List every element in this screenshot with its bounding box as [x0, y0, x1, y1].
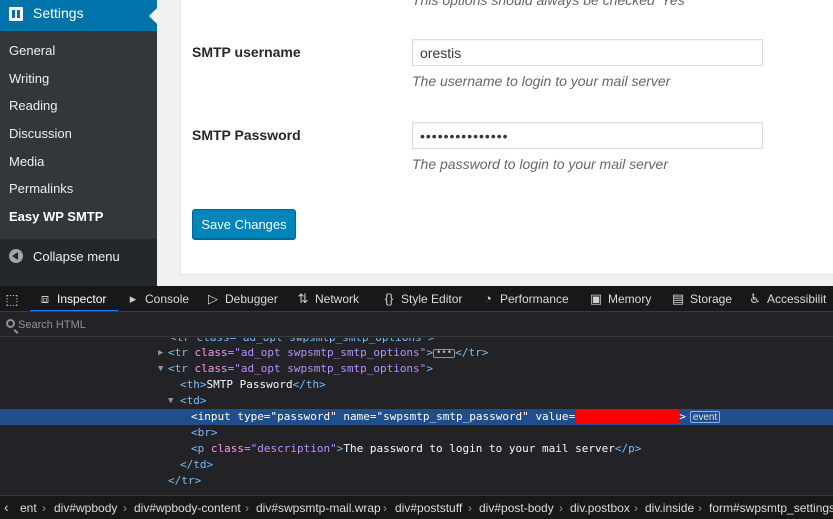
- network-icon: ⇅: [297, 291, 309, 306]
- breadcrumb-separator-icon: ›: [42, 501, 46, 515]
- devtools-panel: ⬚ ⧈ Inspector ▸ Console ▷ Debugger ⇅ Network…: [0, 286, 833, 519]
- tab-performance[interactable]: ◔ Performance: [481, 286, 569, 311]
- admin-sidebar: Settings General Writing Reading Discuss…: [0, 0, 157, 286]
- tree-node-th[interactable]: <th>SMTP Password</th>: [0, 377, 833, 393]
- sidebar-item-media[interactable]: Media: [9, 154, 44, 169]
- inspector-icon: ⧈: [40, 291, 50, 306]
- collapse-arrow-icon[interactable]: ▼: [168, 393, 173, 409]
- smtp-username-description: The username to login to your mail serve…: [412, 73, 671, 89]
- active-tab-indicator: [30, 310, 118, 311]
- tab-accessibility[interactable]: ♿ Accessibilit: [748, 286, 826, 311]
- tab-debugger[interactable]: ▷ Debugger: [206, 286, 278, 311]
- breadcrumb-separator-icon: ›: [123, 501, 127, 515]
- tab-memory[interactable]: ▣ Memory: [589, 286, 652, 311]
- smtp-username-input[interactable]: [412, 39, 763, 66]
- sidebar-item-easy-wp-smtp[interactable]: Easy WP SMTP: [9, 209, 103, 224]
- smtp-password-label: SMTP Password: [192, 127, 301, 143]
- collapse-arrow-icon: [9, 249, 23, 263]
- breadcrumb-separator-icon: ›: [559, 501, 563, 515]
- console-icon: ▸: [129, 291, 137, 306]
- breadcrumb-item[interactable]: div#wpbody-content: [134, 501, 241, 515]
- sidebar-item-discussion[interactable]: Discussion: [9, 126, 72, 141]
- tree-node-br[interactable]: <br>: [0, 425, 833, 441]
- element-picker-icon[interactable]: ⬚: [4, 291, 20, 307]
- breadcrumb-scroll-left-icon[interactable]: ‹: [4, 499, 9, 515]
- tab-console[interactable]: ▸ Console: [126, 286, 189, 311]
- sidebar-item-settings[interactable]: Settings: [0, 0, 157, 31]
- collapse-menu-button[interactable]: Collapse menu: [0, 244, 157, 270]
- breadcrumb-separator-icon: ›: [698, 501, 702, 515]
- html-search-bar: [0, 313, 833, 337]
- collapse-arrow-icon[interactable]: ▼: [158, 361, 163, 377]
- breadcrumb-separator-icon: ›: [634, 501, 638, 515]
- tab-style-editor[interactable]: {} Style Editor: [382, 286, 463, 311]
- settings-submenu: General Writing Reading Discussion Media…: [0, 31, 157, 239]
- sidebar-item-permalinks[interactable]: Permalinks: [9, 181, 73, 196]
- devtools-toolbar: ⬚ ⧈ Inspector ▸ Console ▷ Debugger ⇅ Network…: [0, 286, 833, 312]
- tree-node-td[interactable]: ▼ <td>: [0, 393, 833, 409]
- sidebar-item-writing[interactable]: Writing: [9, 71, 49, 86]
- breadcrumb: ‹ ent › div#wpbody › div#wpbody-content …: [0, 495, 833, 519]
- collapse-menu-label: Collapse menu: [33, 249, 120, 264]
- tab-storage[interactable]: ▤ Storage: [671, 286, 732, 311]
- memory-icon: ▣: [589, 291, 603, 306]
- smtp-username-label: SMTP username: [192, 44, 301, 60]
- event-badge[interactable]: event: [689, 411, 721, 423]
- search-icon: [6, 319, 15, 328]
- breadcrumb-item[interactable]: div#post-body: [479, 501, 554, 515]
- breadcrumb-item[interactable]: form#swpsmtp_settings_: [709, 501, 833, 515]
- sidebar-section-title: Settings: [33, 5, 84, 21]
- sidebar-item-general[interactable]: General: [9, 43, 55, 58]
- accessibility-icon: ♿: [749, 291, 761, 306]
- breadcrumb-item[interactable]: ent: [20, 501, 37, 515]
- style-editor-icon: {}: [384, 291, 394, 306]
- wordpress-admin-area: Settings General Writing Reading Discuss…: [0, 0, 833, 286]
- breadcrumb-separator-icon: ›: [245, 501, 249, 515]
- tree-node-td-close[interactable]: </td>: [0, 457, 833, 473]
- sidebar-item-reading[interactable]: Reading: [9, 98, 57, 113]
- smtp-password-input[interactable]: [412, 122, 763, 149]
- tree-node-p[interactable]: <p class="description">The password to l…: [0, 441, 833, 457]
- breadcrumb-separator-icon: ›: [383, 501, 387, 515]
- breadcrumb-separator-icon: ›: [468, 501, 472, 515]
- breadcrumb-item[interactable]: div#swpsmtp-mail.wrap: [256, 501, 381, 515]
- tree-node-tr-expanded[interactable]: ▼ <tr class="ad_opt swpsmtp_smtp_options…: [0, 361, 833, 377]
- breadcrumb-item[interactable]: div.postbox: [570, 501, 630, 515]
- markup-tree: <tr class="ad_opt swpsmtp_smtp_options">…: [0, 338, 833, 495]
- expand-arrow-icon[interactable]: ▶: [158, 345, 163, 361]
- save-changes-button[interactable]: Save Changes: [192, 209, 296, 239]
- tree-node-tr-collapsed[interactable]: ▶ <tr class="ad_opt swpsmtp_smtp_options…: [0, 345, 833, 361]
- tree-node-input-selected[interactable]: <input type="password" name="swpsmtp_smt…: [0, 409, 833, 425]
- breadcrumb-item[interactable]: div#poststuff: [395, 501, 462, 515]
- storage-icon: ▤: [671, 291, 685, 306]
- debugger-icon: ▷: [208, 291, 218, 306]
- performance-icon: ◔: [484, 291, 492, 306]
- breadcrumb-item[interactable]: div#wpbody: [54, 501, 117, 515]
- tab-network[interactable]: ⇅ Network: [296, 286, 359, 311]
- redacted-password-value: [575, 409, 680, 424]
- tab-inspector[interactable]: ⧈ Inspector: [38, 286, 107, 311]
- current-menu-pointer: [149, 8, 157, 24]
- tree-node-tr-close[interactable]: </tr>: [0, 473, 833, 489]
- breadcrumb-item[interactable]: div.inside: [645, 501, 694, 515]
- collapsed-content-icon[interactable]: •••: [432, 348, 456, 358]
- search-html-input[interactable]: [18, 316, 318, 334]
- smtp-password-description: The password to login to your mail serve…: [412, 156, 668, 172]
- field-description-top: This options should always be checked 'Y…: [412, 0, 688, 8]
- settings-icon: [9, 7, 23, 21]
